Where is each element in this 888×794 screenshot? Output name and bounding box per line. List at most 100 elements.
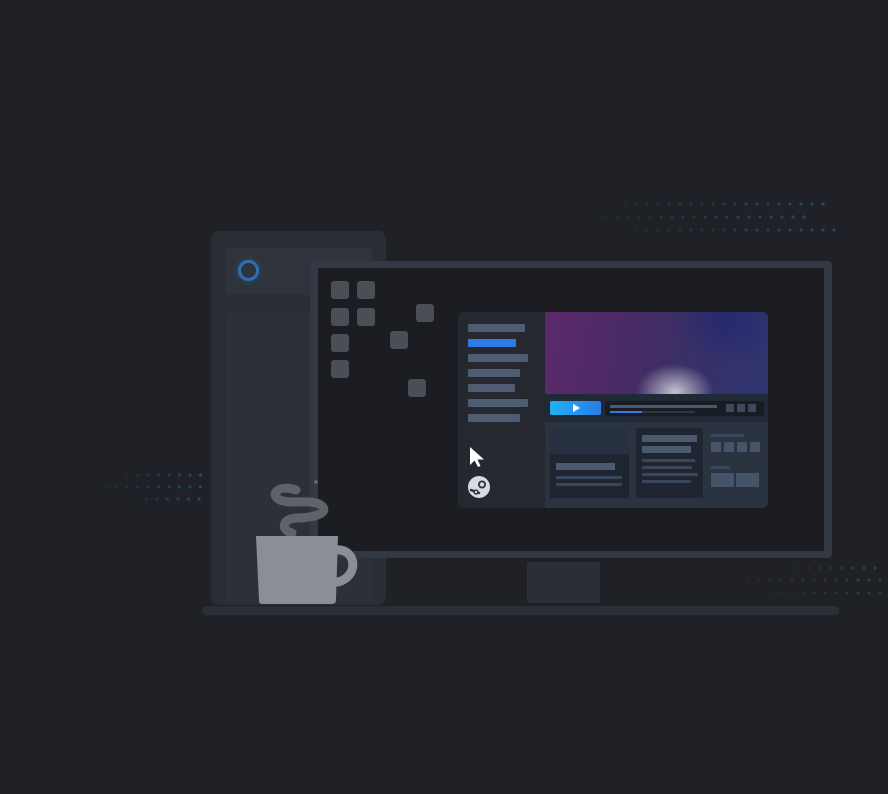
- desktop-icon[interactable]: [408, 379, 426, 397]
- decor-dot: [645, 228, 649, 232]
- decor-dot: [656, 202, 660, 206]
- decor-dot: [634, 202, 638, 206]
- decor-dot: [637, 215, 641, 219]
- decor-dot: [791, 215, 795, 219]
- decor-dot: [198, 473, 203, 477]
- sidebar-item[interactable]: [468, 324, 525, 332]
- decor-dot: [845, 591, 849, 595]
- decor-dot: [801, 591, 805, 595]
- decor-dot: [689, 228, 693, 232]
- decor-dot: [744, 202, 748, 206]
- decor-dot: [733, 228, 737, 232]
- decor-dot: [125, 485, 129, 489]
- decor-dot: [834, 591, 838, 595]
- sidebar-item[interactable]: [468, 384, 515, 392]
- decor-dot: [802, 215, 806, 219]
- decor-dot: [177, 485, 182, 489]
- progress-panel: [605, 401, 764, 416]
- tile-wide[interactable]: [711, 473, 734, 487]
- decor-dot: [626, 215, 630, 219]
- decor-dot: [779, 578, 783, 582]
- steam-logo-icon[interactable]: [468, 476, 490, 498]
- desktop-icon[interactable]: [331, 308, 349, 326]
- desktop-icon[interactable]: [331, 281, 349, 299]
- decor-dot: [156, 473, 161, 477]
- sidebar-item-active[interactable]: [468, 339, 516, 347]
- progress-fill: [610, 411, 642, 413]
- decor-dot: [747, 215, 751, 219]
- details-heading-line: [711, 434, 744, 437]
- decor-dot: [645, 202, 649, 206]
- decor-dot: [746, 578, 750, 582]
- decor-dot: [873, 566, 877, 570]
- tile[interactable]: [750, 442, 760, 452]
- decor-dot: [867, 578, 871, 582]
- desk-surface: [202, 606, 839, 615]
- play-button[interactable]: [550, 401, 601, 415]
- sidebar-item[interactable]: [468, 354, 528, 362]
- decor-dot: [812, 578, 816, 582]
- desktop-icon[interactable]: [416, 304, 434, 322]
- decor-dot: [722, 202, 726, 206]
- decor-dot: [114, 485, 119, 489]
- card-text-line: [642, 473, 698, 476]
- tile-wide[interactable]: [736, 473, 759, 487]
- decor-dot: [757, 578, 761, 582]
- decor-dot: [144, 497, 149, 501]
- decor-dot: [167, 485, 171, 489]
- decor-dot: [125, 473, 129, 477]
- tile[interactable]: [737, 442, 747, 452]
- decor-dot: [878, 591, 882, 595]
- decor-dot: [867, 591, 871, 595]
- card-text-line: [642, 459, 695, 462]
- sidebar-item[interactable]: [468, 414, 520, 422]
- desktop-icon[interactable]: [357, 281, 375, 299]
- decor-dot: [167, 473, 171, 477]
- decor-dot: [832, 228, 836, 232]
- mouse-pointer-icon: [470, 447, 484, 467]
- control-button[interactable]: [737, 404, 745, 412]
- decor-dot: [156, 485, 161, 489]
- decor-dot: [769, 215, 773, 219]
- decor-dot: [135, 485, 140, 489]
- control-button[interactable]: [748, 404, 756, 412]
- desktop-icon[interactable]: [331, 334, 349, 352]
- card-text-line: [642, 466, 692, 469]
- decor-dot: [878, 578, 882, 582]
- info-line: [610, 405, 717, 408]
- tile[interactable]: [724, 442, 734, 452]
- decor-dot: [801, 578, 805, 582]
- decor-dot: [821, 202, 825, 206]
- decor-dot: [856, 591, 860, 595]
- decor-dot: [736, 215, 740, 219]
- decor-dot: [165, 497, 170, 501]
- desktop-icon[interactable]: [357, 308, 375, 326]
- decor-dot: [634, 228, 638, 232]
- decor-dot: [733, 202, 737, 206]
- sidebar-item[interactable]: [468, 369, 520, 377]
- play-bar: [545, 394, 768, 422]
- desktop-icon[interactable]: [331, 360, 349, 378]
- decor-dot: [681, 215, 685, 219]
- sidebar-item[interactable]: [468, 399, 528, 407]
- content-card[interactable]: [550, 428, 629, 498]
- card-text-line: [642, 480, 691, 483]
- card-title-line: [556, 463, 615, 470]
- decor-dot: [796, 566, 800, 570]
- decor-dot: [678, 228, 682, 232]
- decor-dot: [799, 202, 803, 206]
- decor-dot: [714, 215, 718, 219]
- desktop-icon[interactable]: [390, 331, 408, 349]
- decor-dot: [725, 215, 729, 219]
- control-button[interactable]: [726, 404, 734, 412]
- decor-dot: [821, 228, 825, 232]
- play-triangle-icon: [572, 404, 580, 412]
- decor-dot: [807, 566, 811, 570]
- decor-dot: [177, 473, 182, 477]
- decor-dot: [146, 473, 150, 477]
- tile[interactable]: [711, 442, 721, 452]
- decor-dot: [667, 228, 671, 232]
- decor-dot: [104, 485, 108, 489]
- decor-dot: [188, 485, 192, 489]
- content-card[interactable]: [636, 428, 703, 498]
